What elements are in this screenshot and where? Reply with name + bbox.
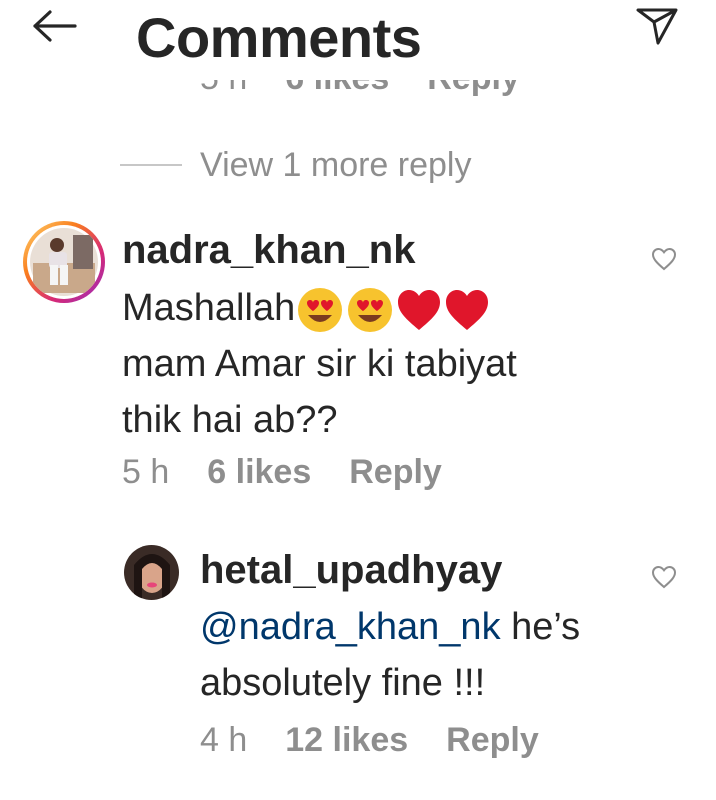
mention-link[interactable]: @nadra_khan_nk	[200, 606, 501, 648]
comment-reply-button[interactable]: Reply	[349, 453, 442, 492]
reply-like-button[interactable]	[646, 560, 682, 594]
header-bar: Comments	[0, 0, 716, 80]
heart-eyes-emoji-icon	[348, 287, 393, 332]
arrow-left-icon	[33, 10, 77, 42]
heart-outline-icon	[651, 247, 677, 271]
reply-line-1: @nadra_khan_nk he’s	[200, 599, 640, 655]
reply-time: 4 h	[200, 720, 248, 759]
reply-username[interactable]: hetal_upadhyay	[200, 548, 502, 593]
red-heart-emoji-icon	[398, 289, 441, 330]
reply-meta: 4 h 12 likes Reply	[200, 718, 577, 762]
divider-line	[120, 164, 182, 166]
comment-line-2: mam Amar sir ki tabiyat	[122, 343, 517, 385]
comment-meta: 5 h 6 likes Reply	[122, 450, 480, 494]
comment-line-1: Mashallah	[122, 280, 642, 336]
comment-likes-count[interactable]: 6 likes	[207, 453, 311, 492]
comment-like-button[interactable]	[646, 242, 682, 276]
reply-text-part: he’s	[500, 606, 581, 648]
send-icon	[636, 8, 678, 45]
comment-time: 5 h	[122, 452, 170, 491]
reply-likes-count[interactable]: 12 likes	[285, 721, 408, 760]
avatar-photo	[30, 228, 98, 296]
reply-reply-button[interactable]: Reply	[446, 721, 539, 760]
page-title: Comments	[136, 6, 422, 69]
red-heart-emoji-icon	[446, 289, 489, 330]
comment-text: Mashallah mam Amar sir ki tabiyat thik h…	[122, 280, 642, 448]
view-more-label: View 1 more reply	[200, 145, 472, 184]
view-more-replies[interactable]: View 1 more reply	[120, 140, 472, 190]
share-button[interactable]	[630, 2, 684, 50]
heart-outline-icon	[651, 565, 677, 589]
reply-line-2: absolutely fine !!!	[200, 662, 486, 704]
comment-username[interactable]: nadra_khan_nk	[122, 228, 415, 273]
heart-eyes-emoji-icon	[298, 287, 343, 332]
back-button[interactable]	[26, 4, 82, 48]
reply-avatar-photo	[124, 545, 179, 600]
comment-text-part: Mashallah	[122, 287, 296, 329]
reply-text: @nadra_khan_nk he’s absolutely fine !!!	[200, 599, 640, 711]
comment-line-3: thik hai ab??	[122, 399, 338, 441]
avatar[interactable]	[27, 225, 101, 299]
reply-avatar[interactable]	[124, 545, 179, 600]
